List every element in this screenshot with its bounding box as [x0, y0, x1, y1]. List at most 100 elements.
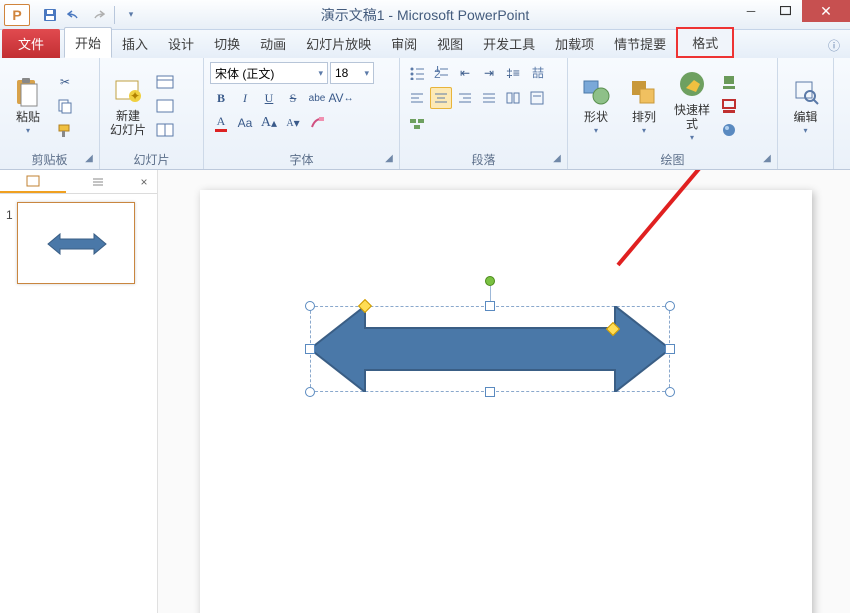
arrow-svg	[310, 306, 670, 392]
tab-storyboard[interactable]: 情节提要	[604, 29, 676, 58]
file-tab[interactable]: 文件	[2, 29, 60, 58]
numbering-icon[interactable]: 12	[430, 62, 452, 84]
smartart-icon[interactable]	[406, 112, 428, 134]
change-case-button[interactable]: Aa	[234, 112, 256, 134]
svg-text:喆: 喆	[532, 66, 544, 80]
resize-handle-e[interactable]	[665, 344, 675, 354]
tab-developer[interactable]: 开发工具	[473, 29, 545, 58]
grow-font-button[interactable]: A▴	[258, 112, 280, 134]
ribbon: 粘贴 ▾ ✂ 剪贴板◢ ✦ 新建 幻灯片 幻灯片	[0, 58, 850, 170]
tab-transitions[interactable]: 切换	[204, 29, 250, 58]
tab-insert[interactable]: 插入	[112, 29, 158, 58]
text-direction-icon[interactable]: 喆	[526, 62, 548, 84]
cut-icon[interactable]: ✂	[54, 71, 76, 93]
new-slide-icon: ✦	[112, 75, 144, 107]
arrange-button[interactable]: 排列▾	[622, 62, 666, 149]
close-pane-icon[interactable]: ×	[131, 170, 157, 193]
align-left-icon[interactable]	[406, 87, 428, 109]
reset-icon[interactable]	[154, 95, 176, 117]
align-center-icon[interactable]	[430, 87, 452, 109]
resize-handle-sw[interactable]	[305, 387, 315, 397]
arrange-label: 排列	[632, 110, 656, 124]
shrink-font-button[interactable]: A▾	[282, 112, 304, 134]
group-label-paragraph: 段落◢	[406, 149, 561, 167]
char-spacing-button[interactable]: AV↔	[330, 87, 352, 109]
underline-button[interactable]: U	[258, 87, 280, 109]
redo-icon[interactable]	[88, 5, 108, 25]
paste-button[interactable]: 粘贴 ▾	[6, 62, 50, 149]
columns-icon[interactable]	[502, 87, 524, 109]
font-name-combo[interactable]: 宋体 (正文)▾	[210, 62, 328, 84]
slides-tab-icon[interactable]	[0, 170, 66, 193]
tab-format[interactable]: 格式	[676, 27, 734, 58]
slide-number: 1	[6, 202, 13, 284]
tab-review[interactable]: 审阅	[381, 29, 427, 58]
layout-icon[interactable]	[154, 71, 176, 93]
tab-addins[interactable]: 加载项	[545, 29, 604, 58]
launcher-icon[interactable]: ◢	[83, 153, 95, 165]
align-text-icon[interactable]	[526, 87, 548, 109]
clear-format-icon[interactable]	[306, 112, 328, 134]
group-label-clipboard: 剪贴板◢	[6, 149, 93, 167]
title-bar: P ▾ 演示文稿1 - Microsoft PowerPoint ─ ✕	[0, 0, 850, 30]
launcher-icon[interactable]: ◢	[383, 153, 395, 165]
shapes-button[interactable]: 形状▾	[574, 62, 618, 149]
line-spacing-icon[interactable]: ‡≡	[502, 62, 524, 84]
group-font: 宋体 (正文)▾ 18▾ B I U S abe AV↔ A Aa A▴ A▾ …	[204, 58, 400, 169]
align-right-icon[interactable]	[454, 87, 476, 109]
rotation-handle[interactable]	[485, 276, 495, 286]
shadow-button[interactable]: abe	[306, 87, 328, 109]
help-icon[interactable]: ⓘ	[828, 37, 840, 54]
edit-button[interactable]: 编辑▾	[784, 62, 827, 149]
section-icon[interactable]	[154, 119, 176, 141]
tab-home[interactable]: 开始	[64, 27, 112, 58]
save-icon[interactable]	[40, 5, 60, 25]
justify-icon[interactable]	[478, 87, 500, 109]
tab-design[interactable]: 设计	[158, 29, 204, 58]
qat-dropdown-icon[interactable]: ▾	[121, 5, 141, 25]
slide[interactable]	[200, 190, 812, 613]
minimize-button[interactable]: ─	[734, 0, 768, 22]
decrease-indent-icon[interactable]: ⇤	[454, 62, 476, 84]
outline-tab-icon[interactable]	[66, 170, 132, 193]
edit-label: 编辑	[793, 110, 817, 124]
slide-canvas-area[interactable]	[158, 170, 850, 613]
tab-animations[interactable]: 动画	[250, 29, 296, 58]
slide-thumbnail[interactable]	[17, 202, 135, 284]
tab-view[interactable]: 视图	[427, 29, 473, 58]
bold-button[interactable]: B	[210, 87, 232, 109]
font-color-button[interactable]: A	[210, 112, 232, 134]
resize-handle-n[interactable]	[485, 301, 495, 311]
thumb-tabs: ×	[0, 170, 157, 194]
slide-thumb-item[interactable]: 1	[0, 194, 157, 292]
resize-handle-se[interactable]	[665, 387, 675, 397]
new-slide-button[interactable]: ✦ 新建 幻灯片	[106, 62, 150, 149]
resize-handle-w[interactable]	[305, 344, 315, 354]
quick-styles-button[interactable]: 快速样式▾	[670, 62, 714, 149]
launcher-icon[interactable]: ◢	[551, 153, 563, 165]
close-button[interactable]: ✕	[802, 0, 850, 22]
copy-icon[interactable]	[54, 95, 76, 117]
strike-button[interactable]: S	[282, 87, 304, 109]
tab-slideshow[interactable]: 幻灯片放映	[296, 29, 381, 58]
shape-effects-icon[interactable]	[718, 119, 740, 141]
shape-outline-icon[interactable]	[718, 95, 740, 117]
arrange-icon	[628, 76, 660, 108]
font-size-combo[interactable]: 18▾	[330, 62, 374, 84]
resize-handle-ne[interactable]	[665, 301, 675, 311]
group-drawing: 形状▾ 排列▾ 快速样式▾ 绘图◢	[568, 58, 778, 169]
svg-text:✦: ✦	[130, 89, 140, 103]
bullets-icon[interactable]	[406, 62, 428, 84]
resize-handle-nw[interactable]	[305, 301, 315, 311]
maximize-button[interactable]	[768, 0, 802, 22]
increase-indent-icon[interactable]: ⇥	[478, 62, 500, 84]
undo-icon[interactable]	[64, 5, 84, 25]
shape-fill-icon[interactable]	[718, 71, 740, 93]
double-arrow-shape[interactable]	[310, 306, 670, 392]
italic-button[interactable]: I	[234, 87, 256, 109]
paste-icon	[12, 76, 44, 108]
resize-handle-s[interactable]	[485, 387, 495, 397]
launcher-icon[interactable]: ◢	[761, 153, 773, 165]
format-painter-icon[interactable]	[54, 119, 76, 141]
group-slides: ✦ 新建 幻灯片 幻灯片	[100, 58, 204, 169]
